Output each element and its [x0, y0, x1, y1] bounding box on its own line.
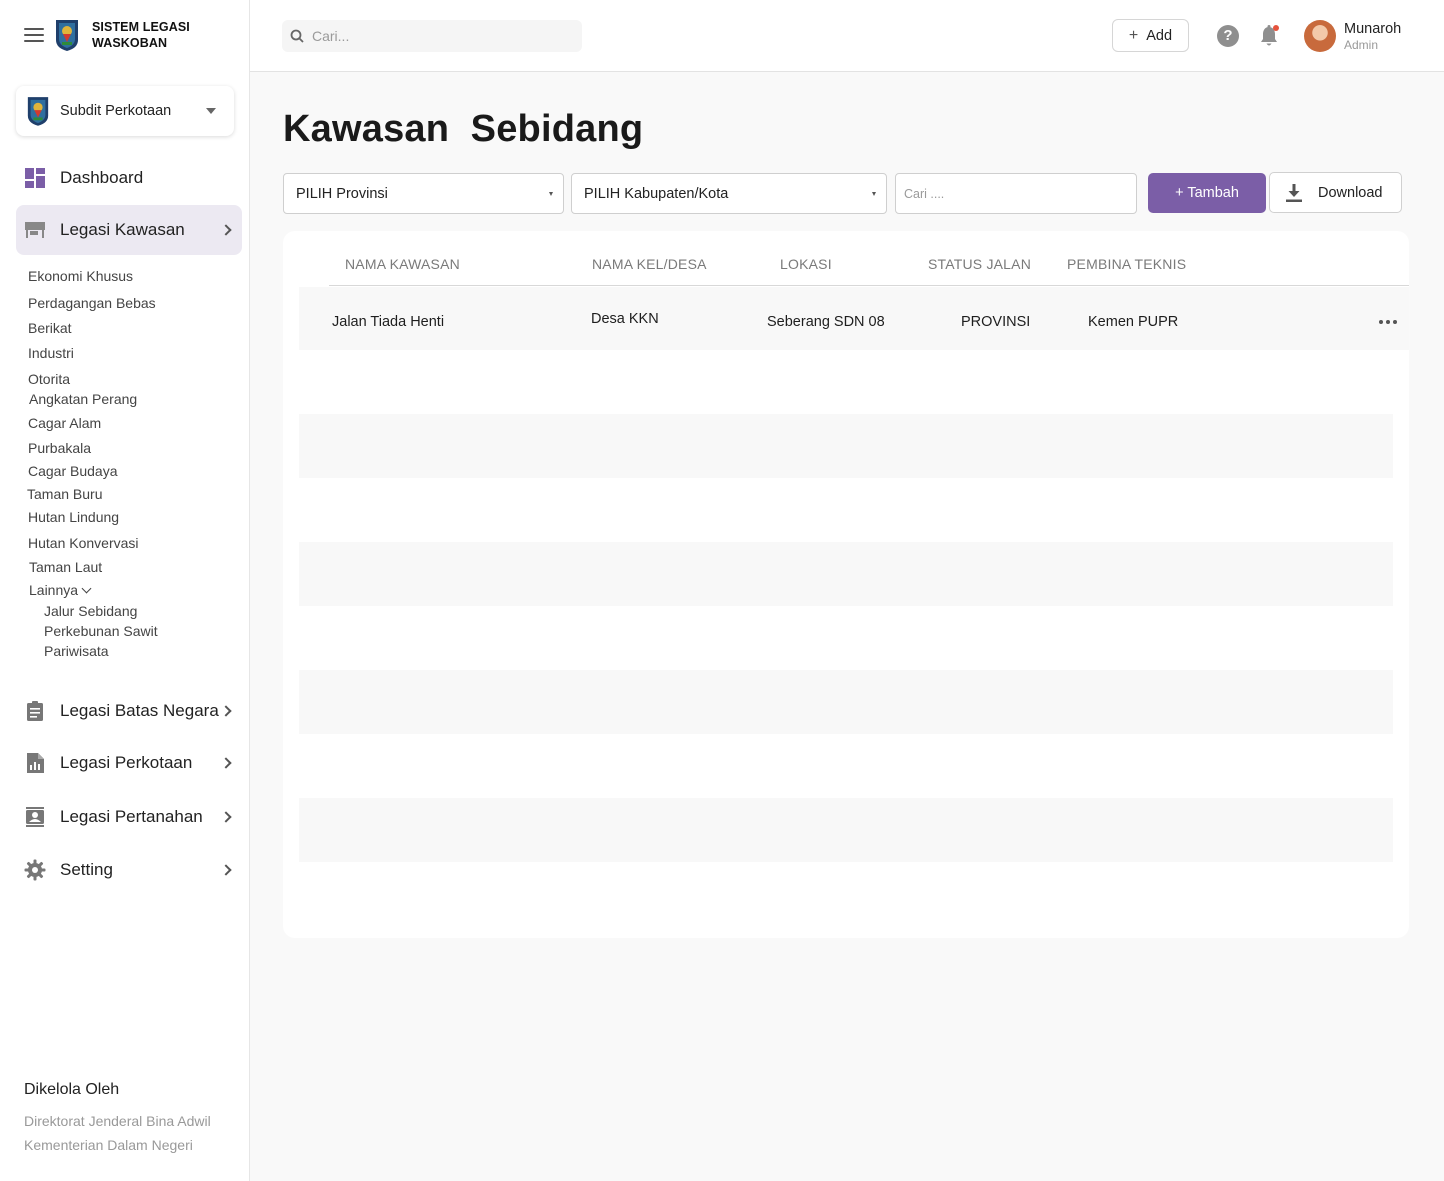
- nav-legasi-pertanahan[interactable]: Legasi Pertanahan: [16, 792, 242, 842]
- brand-title: SISTEM LEGASI WASKOBAN: [92, 19, 202, 51]
- nav-legasi-batas-negara-label: Legasi Batas Negara: [60, 701, 219, 720]
- org-select-label: Subdit Perkotaan: [60, 103, 172, 119]
- sub-item-lainnya-label: Lainnya: [29, 582, 79, 598]
- empty-row: [299, 670, 1393, 734]
- sub-item-purbakala[interactable]: Purbakala: [28, 440, 91, 456]
- footer-title: Dikelola Oleh: [24, 1081, 120, 1098]
- sub-item-berikat[interactable]: Berikat: [28, 320, 72, 336]
- sub-item-lainnya[interactable]: Lainnya: [29, 582, 92, 598]
- download-button[interactable]: Download: [1269, 172, 1402, 213]
- cell-nama-kawasan: Jalan Tiada Henti: [332, 314, 445, 330]
- add-button[interactable]: + Add: [1112, 19, 1189, 52]
- avatar[interactable]: [1304, 20, 1336, 52]
- bell-icon[interactable]: [1258, 24, 1280, 48]
- user-name: Munaroh: [1344, 21, 1402, 37]
- footer-line-2: Kementerian Dalam Negeri: [24, 1137, 193, 1153]
- header-divider: [329, 285, 1409, 286]
- cell-lokasi: Seberang SDN 08: [767, 314, 885, 330]
- nav-legasi-pertanahan-label: Legasi Pertanahan: [60, 807, 203, 826]
- column-header-pembina-teknis[interactable]: PEMBINA TEKNIS: [1067, 256, 1186, 272]
- sub-item-otorita[interactable]: Otorita: [28, 371, 70, 387]
- nav-setting[interactable]: Setting: [16, 845, 242, 895]
- page-title: Kawasan Sebidang: [283, 108, 644, 150]
- column-header-status-jalan[interactable]: STATUS JALAN: [928, 256, 1031, 272]
- empty-row: [299, 414, 1393, 478]
- dashboard-icon: [25, 168, 45, 188]
- nav-legasi-kawasan[interactable]: Legasi Kawasan: [16, 205, 242, 255]
- nav-dashboard-label: Dashboard: [60, 168, 144, 187]
- org-emblem-icon: [27, 97, 49, 126]
- chevron-right-icon: [220, 811, 232, 823]
- sub-item-ekonomi-khusus[interactable]: Ekonomi Khusus: [28, 268, 133, 284]
- empty-row: [299, 798, 1393, 862]
- chevron-right-icon: [220, 757, 232, 769]
- emblem-logo: [56, 20, 78, 51]
- chevron-down-icon: [81, 583, 92, 594]
- sub-item-jalur-sebidang[interactable]: Jalur Sebidang: [44, 603, 137, 619]
- sub-item-taman-laut[interactable]: Taman Laut: [29, 559, 102, 575]
- clipboard-icon: [27, 701, 43, 721]
- sub-item-hutan-konvervasi[interactable]: Hutan Konvervasi: [28, 535, 139, 551]
- sub-item-angkatan-perang[interactable]: Angkatan Perang: [29, 391, 137, 407]
- global-search: [282, 20, 582, 52]
- table-search-input[interactable]: [904, 186, 1124, 201]
- chevron-right-icon: [220, 224, 232, 236]
- sub-item-hutan-lindung[interactable]: Hutan Lindung: [28, 509, 119, 525]
- footer-line-1: Direktorat Jenderal Bina Adwil: [24, 1113, 211, 1129]
- provinsi-select-label: PILIH Provinsi: [296, 185, 388, 202]
- sidebar: SISTEM LEGASI WASKOBAN Subdit Perkotaan …: [0, 0, 250, 1181]
- nav-legasi-perkotaan-label: Legasi Perkotaan: [60, 753, 193, 772]
- cell-status-jalan: PROVINSI: [961, 314, 1031, 330]
- cell-pembina-teknis: Kemen PUPR: [1088, 314, 1179, 330]
- table-search: [895, 173, 1137, 214]
- brand-line-1: SISTEM LEGASI: [92, 20, 190, 34]
- global-search-input[interactable]: [312, 28, 562, 44]
- user-role: Admin: [1344, 38, 1379, 52]
- plus-icon: +: [1128, 26, 1139, 44]
- kabupaten-select-label: PILIH Kabupaten/Kota: [584, 185, 729, 202]
- sub-item-cagar-budaya[interactable]: Cagar Budaya: [28, 463, 118, 479]
- menu-icon[interactable]: [24, 28, 44, 42]
- store-icon: [25, 222, 45, 238]
- sub-item-pariwisata[interactable]: Pariwisata: [44, 643, 109, 659]
- tambah-button[interactable]: + Tambah: [1148, 173, 1266, 213]
- document-chart-icon: [27, 753, 44, 773]
- brand: SISTEM LEGASI WASKOBAN: [24, 18, 202, 52]
- nav-dashboard[interactable]: Dashboard: [16, 153, 242, 203]
- brand-line-2: WASKOBAN: [92, 36, 168, 50]
- chevron-down-icon: [206, 108, 216, 114]
- sub-item-cagar-alam[interactable]: Cagar Alam: [28, 415, 101, 431]
- help-icon[interactable]: ?: [1217, 25, 1239, 47]
- column-header-nama-kawasan[interactable]: NAMA KAWASAN: [345, 256, 460, 272]
- chevron-down-icon: [549, 192, 553, 196]
- sub-item-industri[interactable]: Industri: [28, 345, 74, 361]
- chevron-down-icon: [872, 192, 876, 196]
- cell-nama-kel-desa: Desa KKN: [591, 311, 659, 327]
- contact-card-icon: [26, 807, 44, 827]
- sub-item-perkebunan-sawit[interactable]: Perkebunan Sawit: [44, 623, 158, 639]
- download-icon: [1286, 183, 1302, 202]
- sub-item-perdagangan-bebas[interactable]: Perdagangan Bebas: [28, 295, 156, 311]
- provinsi-select[interactable]: PILIH Provinsi: [283, 173, 564, 214]
- add-button-label: Add: [1146, 27, 1173, 44]
- chevron-right-icon: [220, 864, 232, 876]
- search-icon: [290, 29, 304, 43]
- empty-row: [299, 542, 1393, 606]
- sub-item-taman-buru[interactable]: Taman Buru: [27, 486, 102, 502]
- gear-icon: [24, 859, 46, 881]
- nav-legasi-kawasan-label: Legasi Kawasan: [60, 220, 185, 239]
- download-button-label: Download: [1318, 184, 1383, 201]
- kabupaten-select[interactable]: PILIH Kabupaten/Kota: [571, 173, 887, 214]
- nav-legasi-batas-negara[interactable]: Legasi Batas Negara: [16, 686, 242, 736]
- nav-legasi-perkotaan[interactable]: Legasi Perkotaan: [16, 738, 242, 788]
- topbar: + Add ? Munaroh Admin: [250, 0, 1444, 72]
- chevron-right-icon: [220, 705, 232, 717]
- more-options-icon[interactable]: [1379, 320, 1397, 324]
- column-header-lokasi[interactable]: LOKASI: [780, 256, 832, 272]
- column-header-nama-kel-desa[interactable]: NAMA KEL/DESA: [592, 256, 707, 272]
- org-select[interactable]: Subdit Perkotaan: [16, 86, 234, 136]
- nav-setting-label: Setting: [60, 860, 113, 879]
